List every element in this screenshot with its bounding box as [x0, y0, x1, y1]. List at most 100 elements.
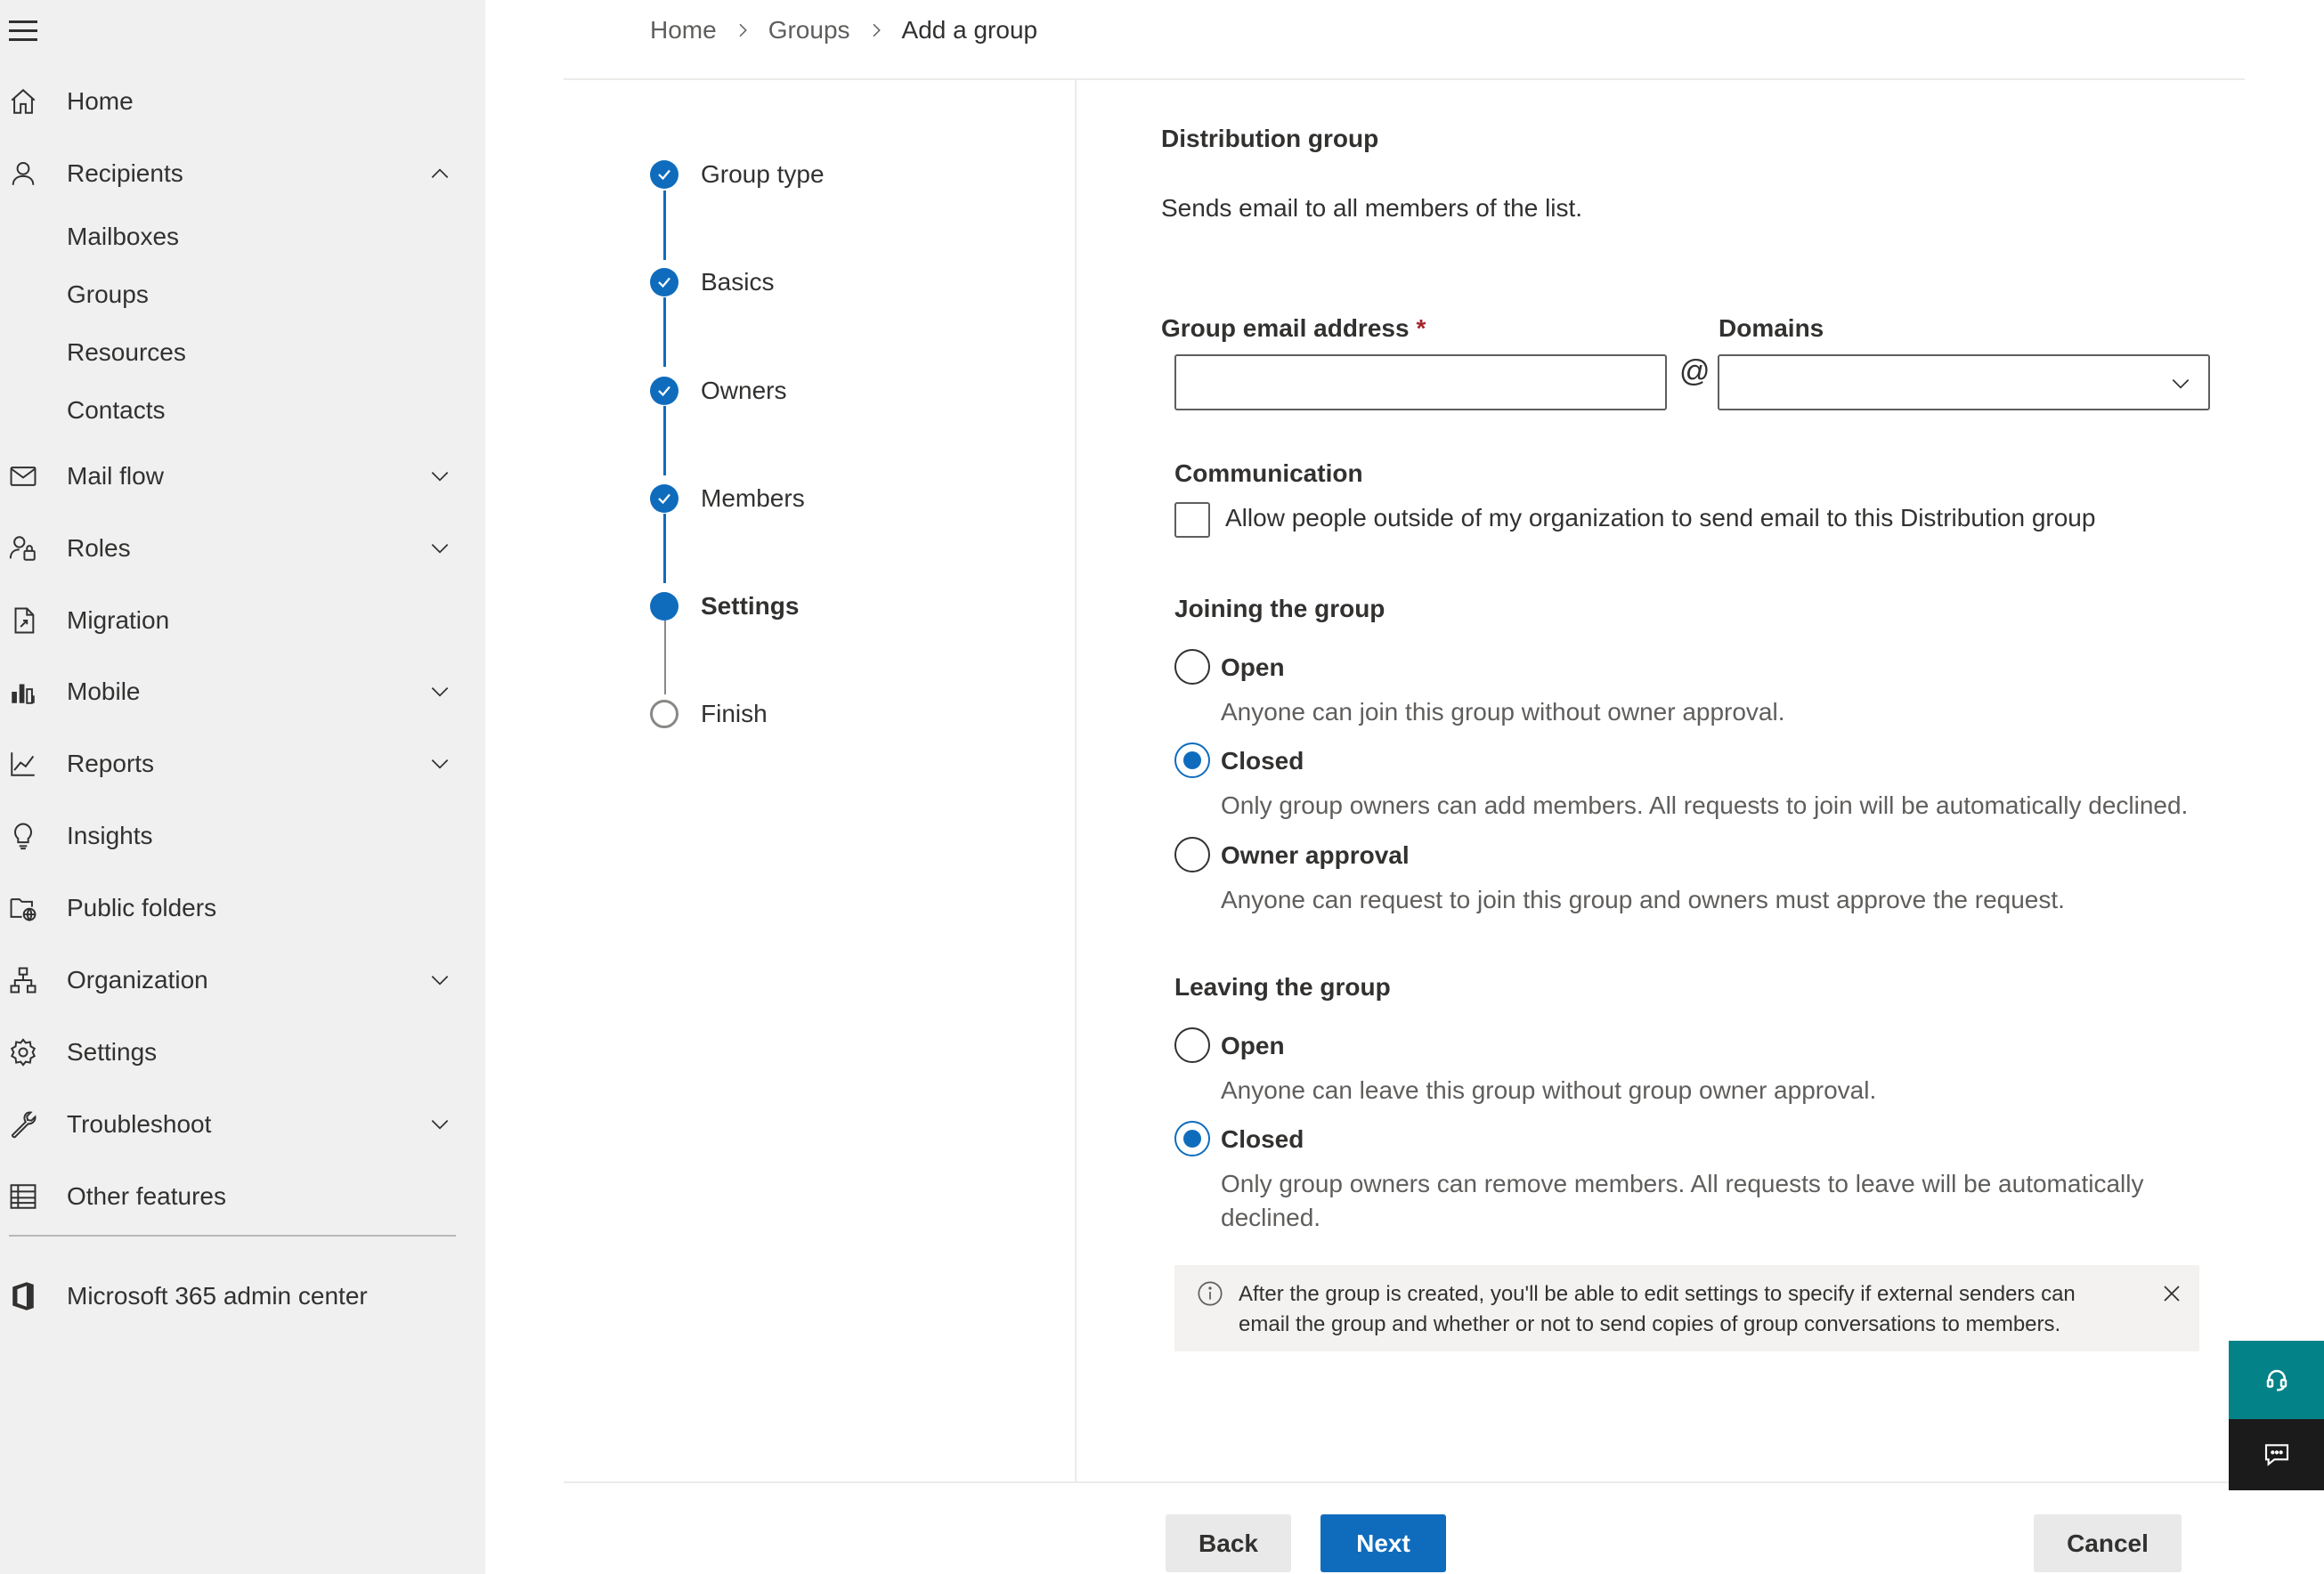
nav-item-reports[interactable]: Reports	[0, 735, 485, 792]
nav-item-settings[interactable]: Settings	[0, 1024, 485, 1081]
step-owners[interactable]: Owners	[650, 373, 786, 409]
leaving-open-label[interactable]: Open	[1221, 1032, 1285, 1060]
footer-divider	[564, 1481, 2245, 1483]
nav-item-public-folders[interactable]: Public folders	[0, 880, 485, 937]
chevron-down-icon[interactable]	[426, 1110, 454, 1139]
nav-item-m365-admin-center[interactable]: Microsoft 365 admin center	[0, 1268, 485, 1325]
nav-item-insights[interactable]: Insights	[0, 807, 485, 864]
nav-item-organization[interactable]: Organization	[0, 952, 485, 1009]
back-button[interactable]: Back	[1166, 1514, 1291, 1572]
chevron-down-icon[interactable]	[426, 677, 454, 706]
nav-label-migration: Migration	[67, 606, 170, 634]
nav-label-reports: Reports	[67, 750, 155, 777]
communication-checkbox[interactable]	[1174, 502, 1210, 538]
chevron-down-icon[interactable]	[426, 750, 454, 778]
nav-item-roles[interactable]: Roles	[0, 520, 485, 577]
breadcrumb-groups[interactable]: Groups	[768, 16, 850, 45]
nav-label-home: Home	[67, 87, 134, 115]
chat-icon	[2263, 1440, 2291, 1469]
joining-closed-label[interactable]: Closed	[1221, 747, 1304, 775]
pending-step-dot	[650, 700, 679, 728]
help-support-button[interactable]	[2229, 1341, 2324, 1419]
checkmark-icon	[650, 484, 679, 513]
checkmark-icon	[650, 268, 679, 296]
step-label: Basics	[701, 268, 775, 296]
group-email-input[interactable]	[1174, 354, 1667, 410]
step-connector	[663, 297, 666, 367]
breadcrumb-home[interactable]: Home	[650, 16, 717, 45]
nav-label-other-features: Other features	[67, 1182, 226, 1210]
nav-item-troubleshoot[interactable]: Troubleshoot	[0, 1096, 485, 1153]
domains-dropdown[interactable]	[1718, 354, 2210, 410]
nav-divider	[9, 1235, 456, 1237]
leaving-closed-radio[interactable]	[1174, 1121, 1210, 1156]
step-label: Members	[701, 484, 805, 512]
nav-label-troubleshoot: Troubleshoot	[67, 1110, 212, 1138]
cancel-button[interactable]: Cancel	[2034, 1514, 2182, 1572]
breadcrumb: Home Groups Add a group	[650, 12, 1037, 48]
info-message-bar: After the group is created, you'll be ab…	[1174, 1265, 2199, 1351]
joining-open-label[interactable]: Open	[1221, 653, 1285, 682]
joining-owner-approval-label[interactable]: Owner approval	[1221, 841, 1410, 870]
nav-item-home[interactable]: Home	[0, 73, 485, 130]
info-message-text: After the group is created, you'll be ab…	[1239, 1282, 2076, 1336]
communication-title: Communication	[1174, 459, 1363, 487]
chevron-right-icon	[868, 22, 884, 38]
joining-open-desc: Anyone can join this group without owner…	[1221, 698, 1785, 726]
joining-open-radio[interactable]	[1174, 649, 1210, 685]
joining-closed-radio[interactable]	[1174, 742, 1210, 778]
nav-subitem-resources[interactable]: Resources	[67, 338, 186, 367]
leaving-title: Leaving the group	[1174, 973, 1391, 1001]
chevron-down-icon[interactable]	[426, 462, 454, 491]
feedback-button[interactable]	[2229, 1419, 2324, 1490]
step-settings[interactable]: Settings	[650, 588, 799, 624]
leaving-closed-label[interactable]: Closed	[1221, 1125, 1304, 1154]
close-icon[interactable]	[2161, 1283, 2182, 1304]
chevron-down-icon	[2169, 372, 2192, 395]
leaving-closed-desc-line2: declined.	[1221, 1204, 1321, 1231]
office-logo-icon	[7, 1280, 39, 1312]
step-label: Owners	[701, 377, 787, 404]
leaving-closed-desc-line1: Only group owners can remove members. Al…	[1221, 1170, 2144, 1197]
mobile-icon	[7, 676, 39, 708]
nav-subitem-groups[interactable]: Groups	[67, 280, 149, 309]
hamburger-menu-icon[interactable]	[9, 14, 41, 46]
joining-owner-approval-radio[interactable]	[1174, 837, 1210, 872]
table-icon	[7, 1180, 39, 1213]
nav-subitem-contacts[interactable]: Contacts	[67, 396, 166, 425]
public-folders-icon	[7, 892, 39, 924]
next-button[interactable]: Next	[1320, 1514, 1446, 1572]
left-navigation: Home Recipients Mailboxes Groups Resourc…	[0, 0, 485, 1574]
nav-label-public-folders: Public folders	[67, 894, 217, 921]
step-connector	[663, 191, 666, 260]
leaving-open-radio[interactable]	[1174, 1027, 1210, 1063]
nav-subitem-mailboxes[interactable]: Mailboxes	[67, 223, 179, 251]
nav-label-mobile: Mobile	[67, 677, 141, 705]
nav-label-mail-flow: Mail flow	[67, 462, 164, 490]
step-finish: Finish	[650, 696, 768, 732]
checkmark-icon	[650, 160, 679, 189]
form-title: Distribution group	[1161, 125, 1379, 152]
email-label: Group email address *	[1161, 314, 1426, 343]
step-basics[interactable]: Basics	[650, 264, 774, 300]
chevron-down-icon[interactable]	[426, 534, 454, 563]
step-label: Group type	[701, 160, 825, 188]
nav-item-mobile[interactable]: Mobile	[0, 663, 485, 720]
step-connector	[664, 621, 666, 694]
nav-item-migration[interactable]: Migration	[0, 592, 485, 649]
nav-item-mail-flow[interactable]: Mail flow	[0, 448, 485, 505]
chevron-down-icon[interactable]	[426, 966, 454, 994]
wrench-icon	[7, 1108, 39, 1140]
info-icon	[1196, 1279, 1224, 1308]
nav-item-recipients[interactable]: Recipients	[0, 145, 485, 202]
communication-checkbox-label[interactable]: Allow people outside of my organization …	[1225, 504, 2095, 532]
step-group-type[interactable]: Group type	[650, 157, 825, 192]
roles-icon	[7, 532, 39, 564]
mail-icon	[7, 460, 39, 492]
header-divider	[564, 78, 2245, 80]
step-members[interactable]: Members	[650, 481, 805, 516]
leaving-open-desc: Anyone can leave this group without grou…	[1221, 1076, 1877, 1104]
nav-label-settings: Settings	[67, 1038, 158, 1066]
nav-item-other-features[interactable]: Other features	[0, 1168, 485, 1225]
chevron-up-icon[interactable]	[426, 159, 454, 188]
